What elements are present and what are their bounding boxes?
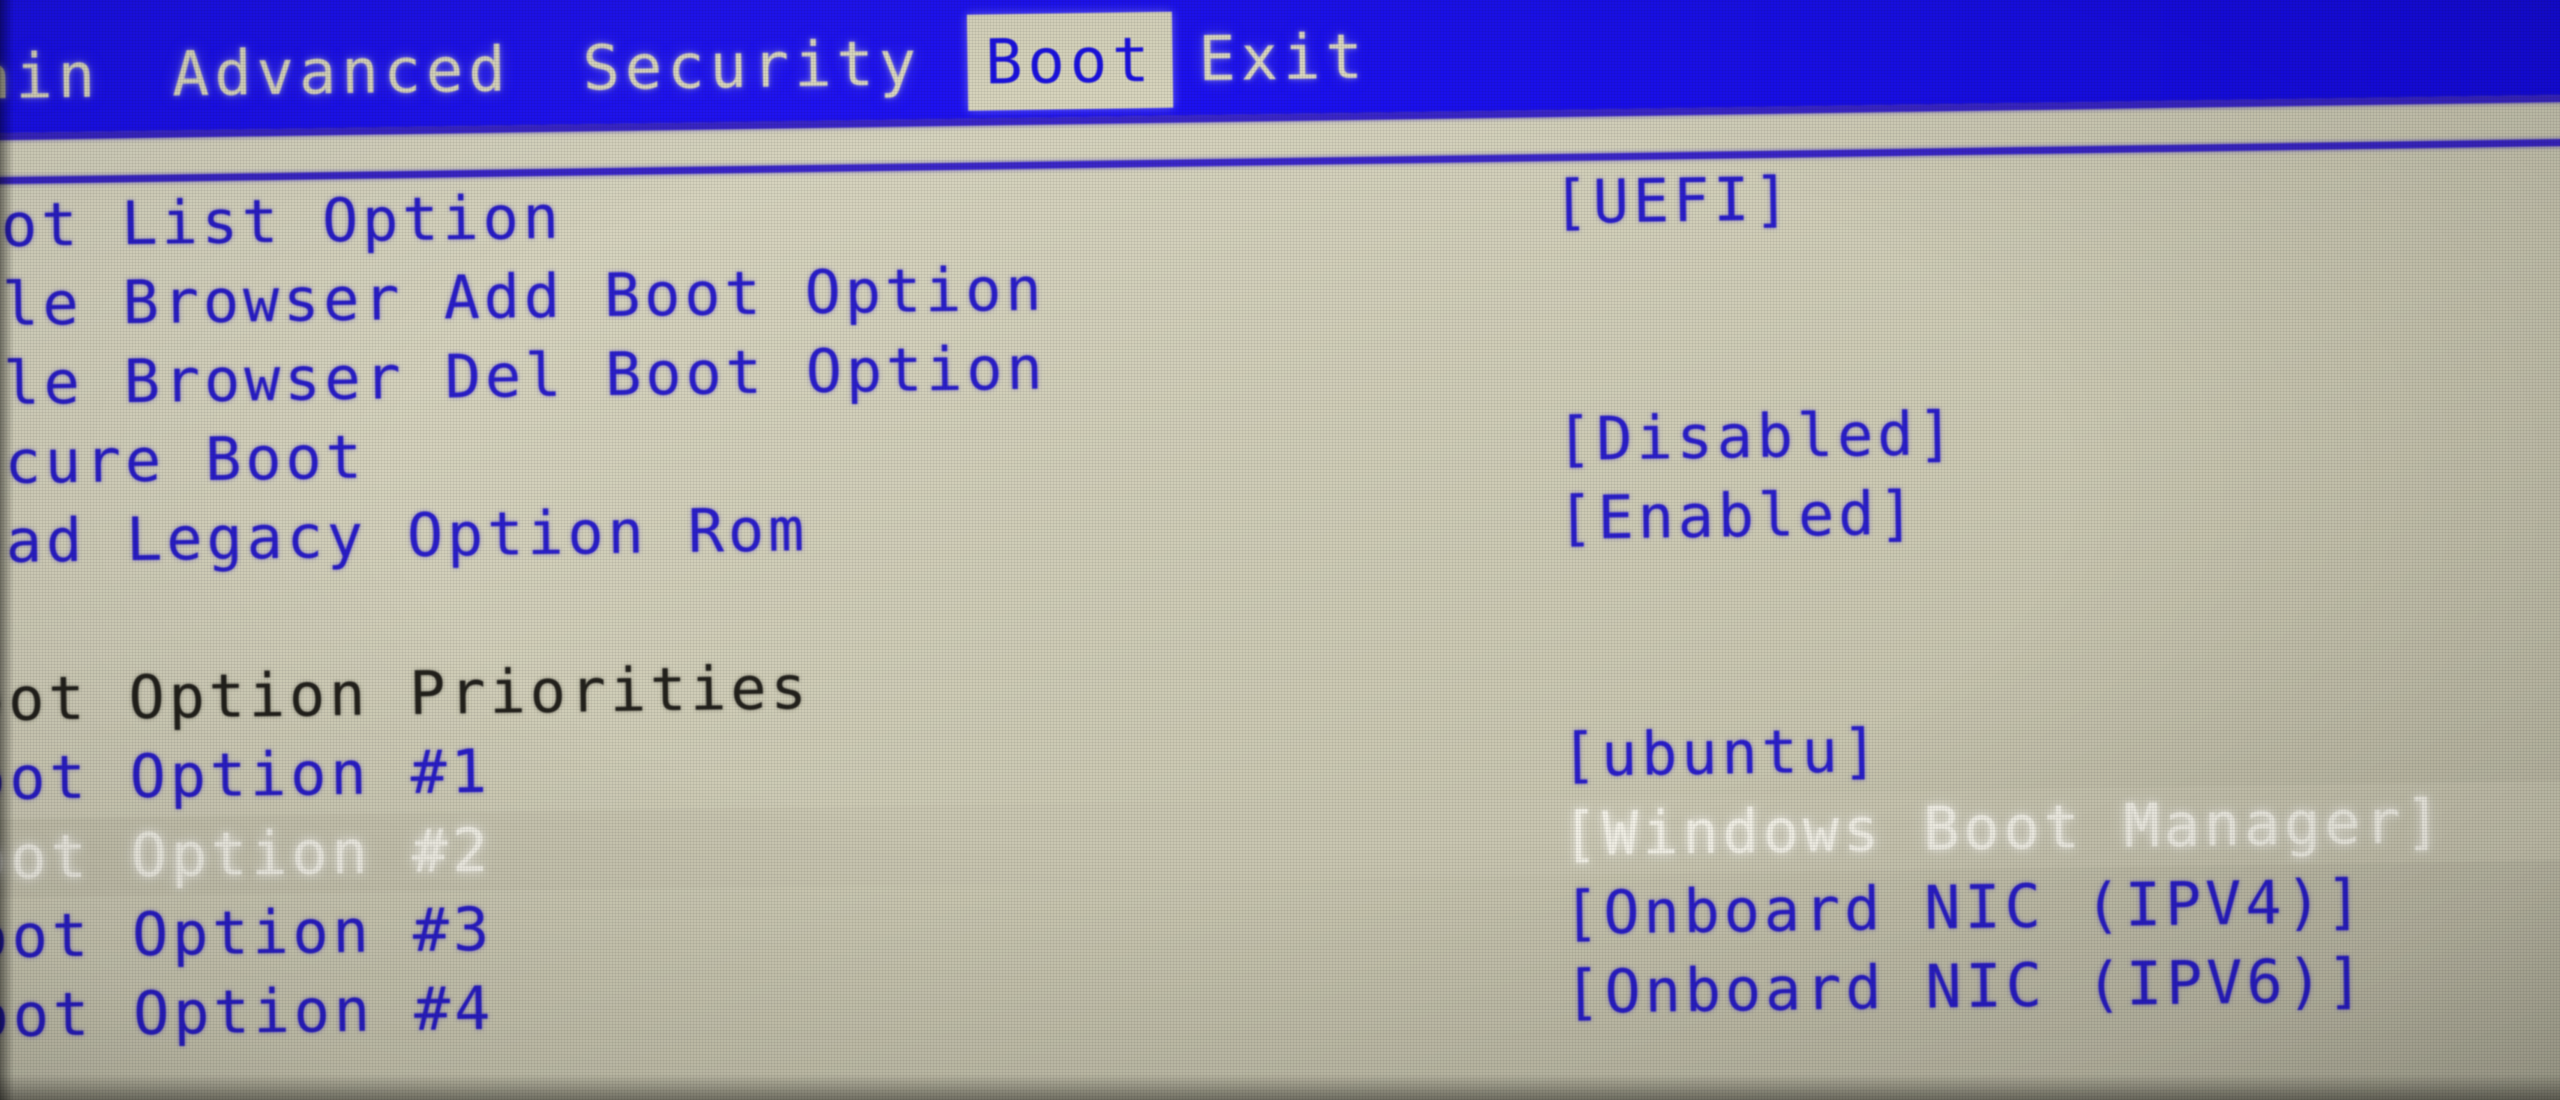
setting-label: Boot Option #1 xyxy=(0,736,492,816)
menu-tab-advanced[interactable]: Advanced xyxy=(171,22,511,123)
bios-screen-panel: Main Advanced Security Boot Exit Boot List O… xyxy=(0,0,2560,1100)
menu-tab-list: Main Advanced Security Boot Exit xyxy=(0,9,1368,126)
bios-setup-screen: Main Advanced Security Boot Exit Boot List O… xyxy=(0,0,2560,1100)
setting-label: Boot Option #4 xyxy=(0,973,495,1053)
setting-label: Boot Option #2 xyxy=(0,815,493,895)
setting-label: Secure Boot xyxy=(0,422,367,500)
menu-tab-boot[interactable]: Boot xyxy=(966,11,1174,111)
menu-tab-main[interactable]: Main xyxy=(0,28,101,127)
menu-tab-security[interactable]: Security xyxy=(582,15,922,116)
setting-value[interactable]: [UEFI] xyxy=(1552,160,1794,243)
setting-label: Load Legacy Option Rom xyxy=(0,495,809,579)
settings-rows: Boot List Option [UEFI] File Browser Add B… xyxy=(0,148,2560,1100)
setting-label: Boot Option #3 xyxy=(0,894,494,974)
setting-value[interactable]: [Disabled] xyxy=(1556,395,1958,480)
setting-value[interactable]: [ubuntu] xyxy=(1560,712,1882,796)
settings-panel: Boot List Option [UEFI] File Browser Add B… xyxy=(0,94,2560,1100)
setting-value[interactable]: [Onboard NIC (IPV4)] xyxy=(1563,863,2367,954)
setting-label: Boot List Option xyxy=(0,182,564,263)
setting-value[interactable]: [Enabled] xyxy=(1557,475,1919,559)
setting-value[interactable]: [Onboard NIC (IPV6)] xyxy=(1564,942,2368,1033)
menu-tab-exit[interactable]: Exit xyxy=(1198,9,1369,108)
setting-value[interactable]: [Windows Boot Manager] xyxy=(1562,783,2446,875)
section-header-label: Boot Option Priorities xyxy=(0,653,812,737)
